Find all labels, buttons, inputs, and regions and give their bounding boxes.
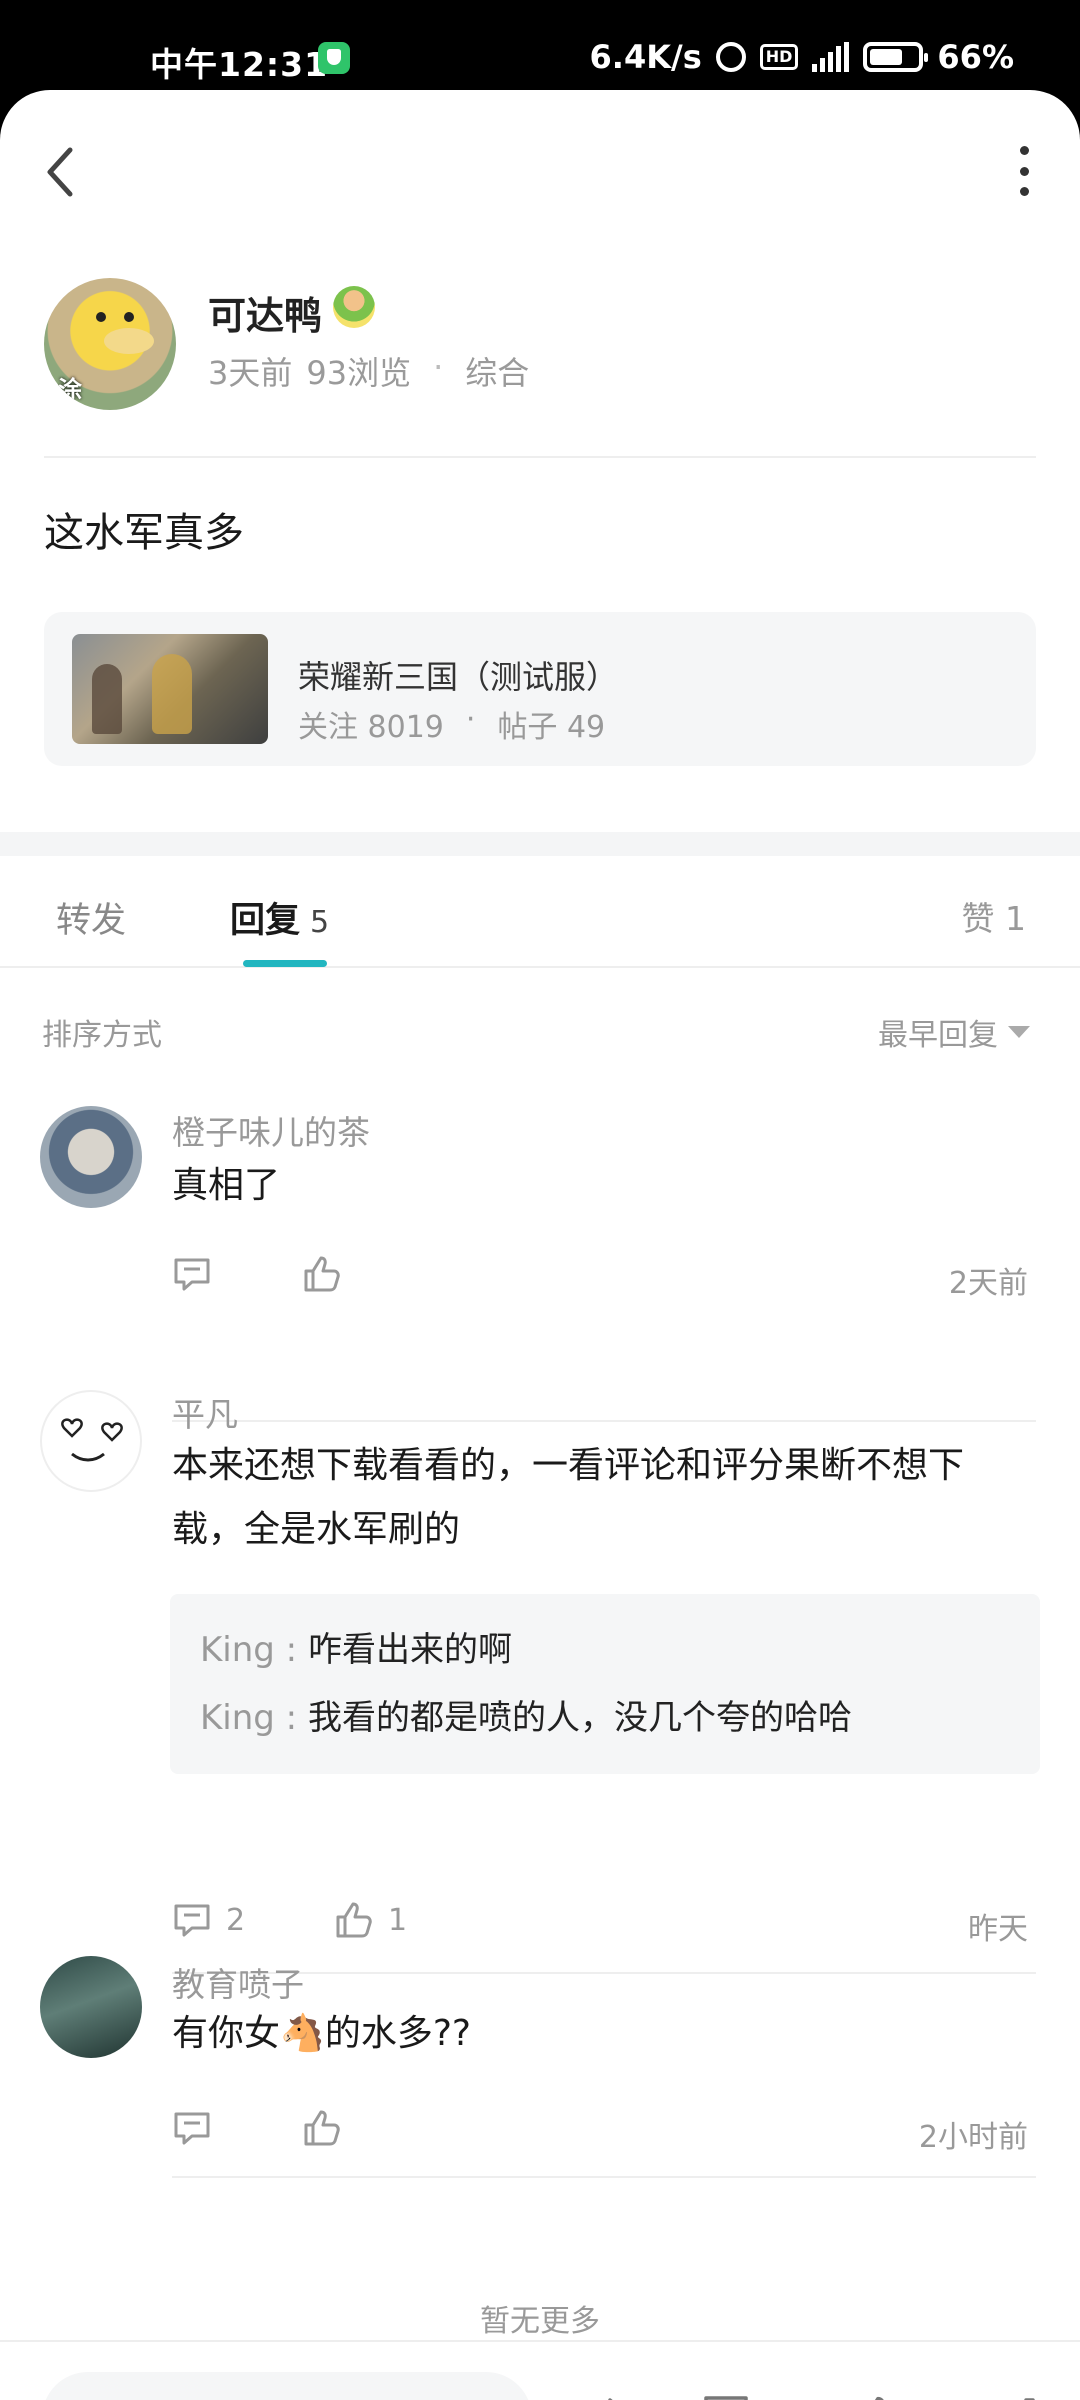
like-button[interactable] bbox=[302, 2108, 356, 2148]
tab-likes[interactable]: 赞 1 bbox=[962, 892, 1027, 940]
comment-icon bbox=[704, 2396, 748, 2400]
comment-item: 橙子味儿的茶 真相了 2天前 bbox=[0, 1090, 1080, 1422]
comment-icon bbox=[174, 1258, 210, 1291]
net-speed: 6.4K/s bbox=[589, 38, 702, 76]
thumbs-up-icon bbox=[874, 2396, 884, 2400]
section-gap bbox=[0, 832, 1080, 856]
post-content: 这水军真多 bbox=[44, 510, 244, 556]
author-avatar[interactable]: 涂 鸭 bbox=[44, 278, 176, 410]
comment-time: 昨天 bbox=[968, 1912, 1028, 1947]
reply-button[interactable] bbox=[172, 1254, 226, 1294]
security-shield-icon bbox=[318, 42, 350, 74]
author-name[interactable]: 可达鸭 bbox=[208, 285, 322, 340]
back-icon[interactable] bbox=[40, 142, 84, 202]
reply-count: 2 bbox=[226, 1902, 246, 1938]
tab-repost[interactable]: 转发 bbox=[56, 892, 126, 943]
reply-separator: : bbox=[274, 1630, 308, 1670]
signal-icon bbox=[812, 42, 850, 72]
post-meta: 3天前 93浏览 · 综合 bbox=[208, 348, 529, 394]
commenter-name[interactable]: 橙子味儿的茶 bbox=[172, 1106, 370, 1154]
comment-icon bbox=[174, 2112, 210, 2145]
comment-divider bbox=[172, 2176, 1036, 2178]
tab-reply-count: 5 bbox=[310, 905, 330, 940]
reply-author: King bbox=[200, 1630, 275, 1670]
sort-selected: 最早回复 bbox=[878, 1018, 998, 1053]
post-detail-page: 涂 鸭 可达鸭 3天前 93浏览 · 综合 这水军真多 荣耀新三国（测试服） 关… bbox=[0, 90, 1080, 2400]
comment-text: 本来还想下载看看的，一看评论和评分果断不想下载，全是水军刷的 bbox=[172, 1445, 965, 1550]
tab-reply[interactable]: 回复 5 bbox=[230, 892, 329, 943]
like-post-button[interactable]: 1 bbox=[856, 2394, 936, 2400]
reply-preview-line: King : 我看的都是喷的人，没几个夸的哈哈 bbox=[200, 1684, 1010, 1752]
sort-bar: 排序方式 最早回复 bbox=[0, 968, 1080, 1088]
post-views: 93浏览 bbox=[306, 354, 412, 392]
thumbs-up-icon bbox=[304, 1256, 340, 1292]
author-badge-icon bbox=[333, 286, 375, 328]
battery-icon bbox=[863, 42, 929, 72]
reply-preview-box[interactable]: King : 咋看出来的啊 King : 我看的都是喷的人，没几个夸的哈哈 bbox=[170, 1594, 1040, 1774]
comment-text: 真相了 bbox=[172, 1165, 281, 1206]
comment-item: 教育喷子 有你女🐴的水多?? 2小时前 bbox=[0, 1944, 1080, 2274]
share-button[interactable] bbox=[580, 2394, 632, 2400]
game-stats-separator: · bbox=[465, 702, 476, 737]
commenter-name[interactable]: 教育喷子 bbox=[172, 1958, 304, 2006]
alarm-icon bbox=[715, 42, 746, 72]
status-time: 中午12:31 bbox=[150, 45, 329, 84]
post-time: 3天前 bbox=[208, 354, 293, 392]
sort-dropdown[interactable]: 最早回复 bbox=[878, 1010, 1030, 1054]
like-count: 1 bbox=[388, 1902, 408, 1938]
tab-reply-label: 回复 bbox=[230, 901, 301, 941]
reply-preview-line: King : 咋看出来的啊 bbox=[200, 1616, 1010, 1684]
comments-button[interactable]: 5 bbox=[702, 2394, 784, 2400]
commenter-name[interactable]: 平凡 bbox=[172, 1388, 238, 1436]
comment-actions: 2 1 昨天 bbox=[172, 1900, 1028, 1950]
game-thumbnail bbox=[72, 634, 268, 744]
commenter-avatar[interactable] bbox=[40, 1956, 142, 2058]
comment-text: 有你女🐴的水多?? bbox=[172, 2013, 472, 2054]
like-button[interactable]: 1 bbox=[334, 1900, 407, 1940]
comment-item: 平凡 本来还想下载看看的，一看评论和评分果断不想下载，全是水军刷的 King :… bbox=[0, 1372, 1080, 1992]
interaction-tabs: 转发 回复 5 赞 1 bbox=[0, 856, 1080, 968]
reply-button[interactable] bbox=[172, 2108, 226, 2148]
meta-separator: · bbox=[433, 348, 444, 386]
game-posts: 帖子 49 bbox=[497, 710, 606, 745]
commenter-avatar[interactable] bbox=[40, 1390, 142, 1492]
comment-actions: 2天前 bbox=[172, 1254, 1028, 1304]
chevron-down-icon bbox=[1008, 1026, 1030, 1038]
hd-icon: HD bbox=[759, 44, 799, 70]
share-icon bbox=[608, 2398, 613, 2400]
thumbs-up-icon bbox=[304, 2110, 340, 2146]
bar-chart-icon bbox=[1024, 2398, 1035, 2400]
status-right: 6.4K/s HD 66% bbox=[590, 38, 1014, 76]
more-options-icon[interactable] bbox=[1016, 146, 1032, 196]
game-followers: 关注 8019 bbox=[298, 710, 444, 745]
battery-level: 66% bbox=[937, 38, 1014, 76]
post-category[interactable]: 综合 bbox=[465, 348, 529, 394]
bottom-action-bar: 5 1 bbox=[0, 2340, 1080, 2400]
comment-actions: 2小时前 bbox=[172, 2108, 1028, 2158]
no-more-text: 暂无更多 bbox=[480, 2304, 600, 2339]
comment-compose-input[interactable] bbox=[42, 2372, 532, 2400]
reply-text: 咋看出来的啊 bbox=[307, 1630, 512, 1670]
comment-icon bbox=[174, 1904, 210, 1937]
reply-button[interactable]: 2 bbox=[172, 1900, 245, 1940]
reply-separator: : bbox=[274, 1698, 308, 1738]
game-stats: 关注 8019 · 帖子 49 bbox=[298, 702, 605, 746]
stats-button[interactable] bbox=[994, 2394, 1042, 2400]
doodle-face-icon bbox=[61, 1418, 123, 1462]
sort-label: 排序方式 bbox=[42, 1018, 162, 1053]
game-community-card[interactable]: 荣耀新三国（测试服） 关注 8019 · 帖子 49 bbox=[44, 612, 1036, 766]
like-button[interactable] bbox=[302, 1254, 356, 1294]
thumbs-up-icon bbox=[336, 1902, 372, 1938]
comment-time: 2天前 bbox=[948, 1266, 1028, 1301]
reply-author: King bbox=[200, 1698, 275, 1738]
reply-text: 我看的都是喷的人，没几个夸的哈哈 bbox=[307, 1698, 852, 1738]
commenter-avatar[interactable] bbox=[40, 1106, 142, 1208]
avatar-caption: 涂 鸭 bbox=[58, 376, 104, 404]
tab-active-indicator bbox=[243, 960, 327, 967]
game-name: 荣耀新三国（测试服） bbox=[298, 658, 619, 696]
comment-time: 2小时前 bbox=[918, 2120, 1028, 2155]
divider bbox=[44, 456, 1036, 458]
